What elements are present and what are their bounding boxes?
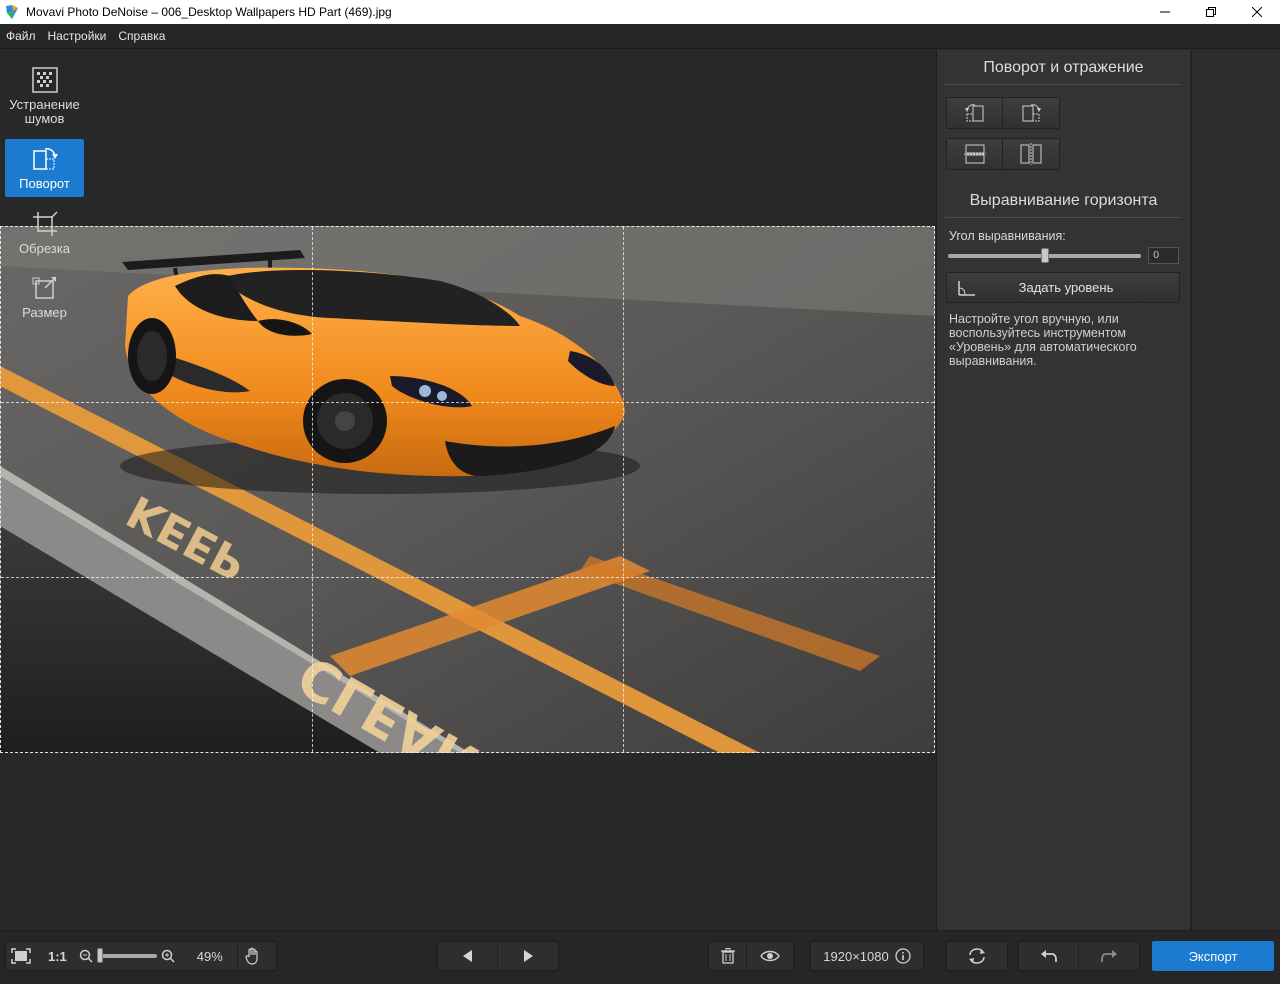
settings-panel [936, 50, 1190, 930]
restore-button[interactable] [1188, 0, 1234, 24]
flip-vertical-icon [963, 144, 986, 164]
app-logo-icon [6, 5, 18, 19]
menu-help[interactable]: Справка [112, 29, 171, 43]
tool-rotate[interactable]: Поворот [5, 139, 84, 197]
redo-icon [1101, 950, 1117, 962]
menu-settings[interactable]: Настройки [42, 29, 113, 43]
zoom-percent: 49% [196, 948, 223, 964]
window-title: Movavi Photo DeNoise – 006_Desktop Wallp… [26, 5, 392, 19]
close-button[interactable] [1234, 0, 1280, 24]
hand-icon [245, 947, 258, 965]
undo-button[interactable] [1019, 942, 1079, 970]
navigation-controls [437, 941, 559, 971]
eye-icon [760, 950, 780, 962]
zoom-slider-thumb[interactable] [96, 948, 103, 963]
tool-rotate-label: Поворот [19, 176, 70, 191]
delete-button[interactable] [709, 942, 747, 970]
tool-resize[interactable]: Размер [5, 270, 84, 326]
reset-icon [969, 948, 985, 964]
denoise-icon [31, 67, 58, 93]
flip-horizontal-icon [1020, 143, 1042, 165]
redo-button[interactable] [1079, 942, 1139, 970]
angle-value-input[interactable]: 0 [1148, 247, 1179, 264]
tool-denoise[interactable]: Устранение шумов [5, 60, 84, 132]
undo-icon [1040, 950, 1057, 962]
rotate-right-button[interactable] [1003, 98, 1059, 128]
flip-vertical-button[interactable] [947, 139, 1003, 169]
canvas-area[interactable]: KEEP CLEAR [0, 50, 936, 930]
history-controls [1018, 941, 1140, 971]
resize-icon [32, 276, 57, 299]
fit-to-screen-icon [11, 948, 31, 964]
prev-button[interactable] [438, 942, 498, 970]
photo-preview[interactable]: KEEP CLEAR [0, 226, 935, 753]
divider [945, 217, 1182, 218]
photo-image: KEEP CLEAR [0, 226, 935, 753]
fit-to-screen-button[interactable] [6, 942, 36, 970]
image-dimensions: 1920×1080 [810, 941, 924, 971]
zoom-controls: 1:1 49% [5, 941, 277, 971]
dimensions-text: 1920×1080 [823, 948, 889, 964]
tool-crop-label: Обрезка [19, 241, 70, 256]
restore-icon [1206, 7, 1216, 17]
zoom-out-icon[interactable] [79, 949, 93, 963]
crop-icon [32, 211, 58, 236]
reset-button[interactable] [946, 941, 1008, 971]
rotate-left-button[interactable] [947, 98, 1003, 128]
flip-horizontal-button[interactable] [1003, 139, 1059, 169]
hand-tool-button[interactable] [238, 942, 268, 970]
close-icon [1252, 7, 1262, 17]
next-button[interactable] [498, 942, 558, 970]
edit-controls [708, 941, 794, 971]
next-icon [524, 950, 533, 962]
zoom-1to1-button[interactable]: 1:1 [48, 949, 67, 964]
rotate-icon [32, 148, 58, 170]
tool-resize-label: Размер [22, 305, 67, 320]
preview-button[interactable] [747, 942, 793, 970]
help-text: Настройте угол вручную, или воспользуйте… [949, 312, 1137, 368]
angle-slider-thumb[interactable] [1040, 248, 1049, 263]
divider [945, 84, 1182, 85]
minimize-button[interactable] [1142, 0, 1188, 24]
rotate-right-icon [1022, 104, 1041, 122]
trash-icon [720, 948, 735, 964]
tool-crop[interactable]: Обрезка [5, 206, 84, 262]
rotate-section-title: Поворот и отражение [983, 59, 1144, 76]
tool-rail [1191, 50, 1280, 930]
zoom-in-icon[interactable] [161, 949, 175, 963]
minimize-icon [1160, 11, 1170, 13]
menu-file[interactable]: Файл [0, 29, 42, 43]
title-bar: Movavi Photo DeNoise – 006_Desktop Wallp… [0, 0, 1280, 24]
menu-bar: Файл Настройки Справка [0, 24, 1280, 49]
rotate-button-group [946, 97, 1060, 129]
angle-label: Угол выравнивания: [949, 229, 1066, 243]
level-tool-icon [958, 280, 975, 296]
set-level-button[interactable]: Задать уровень [946, 272, 1180, 303]
zoom-slider[interactable] [96, 948, 157, 963]
info-icon[interactable] [895, 948, 911, 964]
rotate-left-icon [964, 104, 983, 122]
horizon-section-title: Выравнивание горизонта [969, 192, 1158, 209]
tool-denoise-label: Устранение шумов [9, 97, 80, 126]
export-button[interactable]: Экспорт [1152, 941, 1274, 971]
prev-icon [462, 950, 472, 962]
set-level-label: Задать уровень [1018, 280, 1114, 295]
flip-button-group [946, 138, 1060, 170]
